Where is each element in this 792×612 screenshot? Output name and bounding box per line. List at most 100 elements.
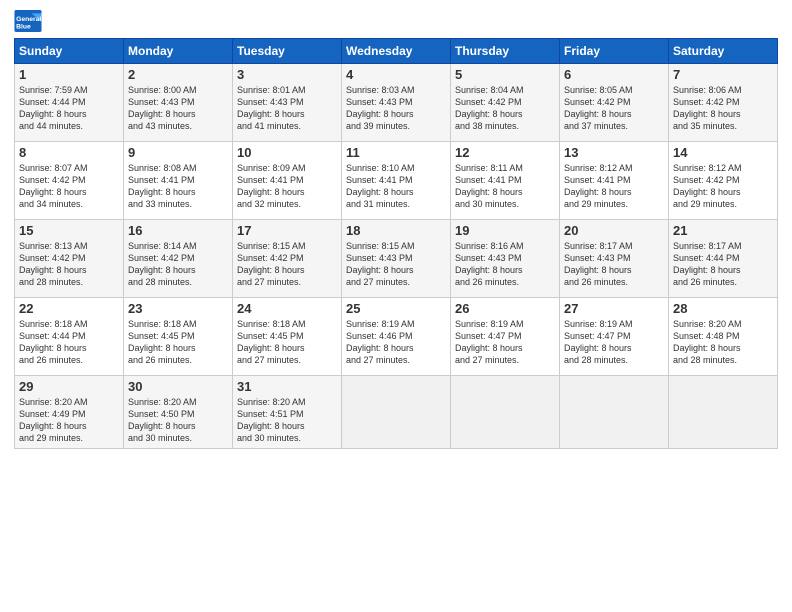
calendar-cell xyxy=(342,376,451,449)
calendar-cell: 21 Sunrise: 8:17 AMSunset: 4:44 PMDayligh… xyxy=(669,220,778,298)
calendar-cell: 19 Sunrise: 8:16 AMSunset: 4:43 PMDayligh… xyxy=(451,220,560,298)
day-number: 27 xyxy=(564,301,664,316)
day-number: 2 xyxy=(128,67,228,82)
calendar-cell: 15 Sunrise: 8:13 AMSunset: 4:42 PMDayligh… xyxy=(15,220,124,298)
calendar-cell xyxy=(560,376,669,449)
cell-info: Sunrise: 8:00 AMSunset: 4:43 PMDaylight:… xyxy=(128,84,228,133)
cell-info: Sunrise: 8:18 AMSunset: 4:45 PMDaylight:… xyxy=(237,318,337,367)
calendar-cell: 8 Sunrise: 8:07 AMSunset: 4:42 PMDaylight… xyxy=(15,142,124,220)
calendar-cell: 11 Sunrise: 8:10 AMSunset: 4:41 PMDayligh… xyxy=(342,142,451,220)
calendar-cell: 20 Sunrise: 8:17 AMSunset: 4:43 PMDayligh… xyxy=(560,220,669,298)
calendar-cell: 25 Sunrise: 8:19 AMSunset: 4:46 PMDayligh… xyxy=(342,298,451,376)
calendar-cell: 4Sunrise: 8:03 AMSunset: 4:43 PMDaylight… xyxy=(342,64,451,142)
cell-info: Sunrise: 8:09 AMSunset: 4:41 PMDaylight:… xyxy=(237,162,337,211)
calendar-cell: 30 Sunrise: 8:20 AMSunset: 4:50 PMDayligh… xyxy=(124,376,233,449)
day-number: 17 xyxy=(237,223,337,238)
cell-info: Sunrise: 8:07 AMSunset: 4:42 PMDaylight:… xyxy=(19,162,119,211)
calendar-cell xyxy=(669,376,778,449)
cell-info: Sunrise: 8:12 AMSunset: 4:41 PMDaylight:… xyxy=(564,162,664,211)
calendar-cell: 12 Sunrise: 8:11 AMSunset: 4:41 PMDayligh… xyxy=(451,142,560,220)
cell-info: Sunrise: 8:08 AMSunset: 4:41 PMDaylight:… xyxy=(128,162,228,211)
calendar-cell: 31Sunrise: 8:20 AMSunset: 4:51 PMDayligh… xyxy=(233,376,342,449)
cell-info: Sunrise: 8:15 AMSunset: 4:42 PMDaylight:… xyxy=(237,240,337,289)
page-container: General Blue SundayMondayTuesdayWednesda… xyxy=(0,0,792,457)
day-number: 21 xyxy=(673,223,773,238)
cell-info: Sunrise: 8:12 AMSunset: 4:42 PMDaylight:… xyxy=(673,162,773,211)
calendar-cell: 17 Sunrise: 8:15 AMSunset: 4:42 PMDayligh… xyxy=(233,220,342,298)
calendar-cell: 23 Sunrise: 8:18 AMSunset: 4:45 PMDayligh… xyxy=(124,298,233,376)
cell-info: Sunrise: 8:15 AMSunset: 4:43 PMDaylight:… xyxy=(346,240,446,289)
col-header-tuesday: Tuesday xyxy=(233,39,342,64)
calendar-table: SundayMondayTuesdayWednesdayThursdayFrid… xyxy=(14,38,778,449)
cell-info: Sunrise: 8:06 AMSunset: 4:42 PMDaylight:… xyxy=(673,84,773,133)
day-number: 29 xyxy=(19,379,119,394)
calendar-cell: 22 Sunrise: 8:18 AMSunset: 4:44 PMDayligh… xyxy=(15,298,124,376)
calendar-cell: 26 Sunrise: 8:19 AMSunset: 4:47 PMDayligh… xyxy=(451,298,560,376)
calendar-cell: 5 Sunrise: 8:04 AMSunset: 4:42 PMDaylight… xyxy=(451,64,560,142)
day-number: 9 xyxy=(128,145,228,160)
day-number: 18 xyxy=(346,223,446,238)
cell-info: Sunrise: 8:05 AMSunset: 4:42 PMDaylight:… xyxy=(564,84,664,133)
day-number: 25 xyxy=(346,301,446,316)
col-header-saturday: Saturday xyxy=(669,39,778,64)
col-header-wednesday: Wednesday xyxy=(342,39,451,64)
cell-info: Sunrise: 8:20 AMSunset: 4:51 PMDaylight:… xyxy=(237,396,337,445)
calendar-cell: 27Sunrise: 8:19 AMSunset: 4:47 PMDayligh… xyxy=(560,298,669,376)
day-number: 12 xyxy=(455,145,555,160)
cell-info: Sunrise: 8:04 AMSunset: 4:42 PMDaylight:… xyxy=(455,84,555,133)
cell-info: Sunrise: 8:14 AMSunset: 4:42 PMDaylight:… xyxy=(128,240,228,289)
calendar-cell: 24Sunrise: 8:18 AMSunset: 4:45 PMDayligh… xyxy=(233,298,342,376)
cell-info: Sunrise: 8:10 AMSunset: 4:41 PMDaylight:… xyxy=(346,162,446,211)
day-number: 7 xyxy=(673,67,773,82)
col-header-sunday: Sunday xyxy=(15,39,124,64)
calendar-cell: 16Sunrise: 8:14 AMSunset: 4:42 PMDayligh… xyxy=(124,220,233,298)
day-number: 11 xyxy=(346,145,446,160)
col-header-friday: Friday xyxy=(560,39,669,64)
day-number: 1 xyxy=(19,67,119,82)
day-number: 14 xyxy=(673,145,773,160)
cell-info: Sunrise: 8:20 AMSunset: 4:48 PMDaylight:… xyxy=(673,318,773,367)
calendar-cell: 6 Sunrise: 8:05 AMSunset: 4:42 PMDaylight… xyxy=(560,64,669,142)
day-number: 20 xyxy=(564,223,664,238)
calendar-cell: 2 Sunrise: 8:00 AMSunset: 4:43 PMDaylight… xyxy=(124,64,233,142)
day-number: 26 xyxy=(455,301,555,316)
day-number: 5 xyxy=(455,67,555,82)
cell-info: Sunrise: 8:17 AMSunset: 4:44 PMDaylight:… xyxy=(673,240,773,289)
calendar-cell: 10 Sunrise: 8:09 AMSunset: 4:41 PMDayligh… xyxy=(233,142,342,220)
calendar-cell: 3 Sunrise: 8:01 AMSunset: 4:43 PMDaylight… xyxy=(233,64,342,142)
day-number: 13 xyxy=(564,145,664,160)
cell-info: Sunrise: 8:20 AMSunset: 4:50 PMDaylight:… xyxy=(128,396,228,445)
cell-info: Sunrise: 8:01 AMSunset: 4:43 PMDaylight:… xyxy=(237,84,337,133)
day-number: 6 xyxy=(564,67,664,82)
day-number: 22 xyxy=(19,301,119,316)
day-number: 15 xyxy=(19,223,119,238)
svg-text:Blue: Blue xyxy=(16,24,31,31)
day-number: 8 xyxy=(19,145,119,160)
day-number: 10 xyxy=(237,145,337,160)
cell-info: Sunrise: 8:18 AMSunset: 4:45 PMDaylight:… xyxy=(128,318,228,367)
day-number: 19 xyxy=(455,223,555,238)
calendar-cell xyxy=(451,376,560,449)
calendar-cell: 29Sunrise: 8:20 AMSunset: 4:49 PMDayligh… xyxy=(15,376,124,449)
cell-info: Sunrise: 8:19 AMSunset: 4:46 PMDaylight:… xyxy=(346,318,446,367)
cell-info: Sunrise: 8:03 AMSunset: 4:43 PMDaylight:… xyxy=(346,84,446,133)
svg-text:General: General xyxy=(16,16,41,23)
calendar-cell: 1 Sunrise: 7:59 AMSunset: 4:44 PMDaylight… xyxy=(15,64,124,142)
calendar-cell: 7 Sunrise: 8:06 AMSunset: 4:42 PMDaylight… xyxy=(669,64,778,142)
header: General Blue xyxy=(14,10,778,32)
cell-info: Sunrise: 8:18 AMSunset: 4:44 PMDaylight:… xyxy=(19,318,119,367)
cell-info: Sunrise: 8:16 AMSunset: 4:43 PMDaylight:… xyxy=(455,240,555,289)
calendar-cell: 9 Sunrise: 8:08 AMSunset: 4:41 PMDaylight… xyxy=(124,142,233,220)
cell-info: Sunrise: 8:11 AMSunset: 4:41 PMDaylight:… xyxy=(455,162,555,211)
calendar-cell: 13 Sunrise: 8:12 AMSunset: 4:41 PMDayligh… xyxy=(560,142,669,220)
cell-info: Sunrise: 8:13 AMSunset: 4:42 PMDaylight:… xyxy=(19,240,119,289)
day-number: 23 xyxy=(128,301,228,316)
cell-info: Sunrise: 8:17 AMSunset: 4:43 PMDaylight:… xyxy=(564,240,664,289)
cell-info: Sunrise: 7:59 AMSunset: 4:44 PMDaylight:… xyxy=(19,84,119,133)
calendar-cell: 14 Sunrise: 8:12 AMSunset: 4:42 PMDayligh… xyxy=(669,142,778,220)
calendar-cell: 18 Sunrise: 8:15 AMSunset: 4:43 PMDayligh… xyxy=(342,220,451,298)
day-number: 3 xyxy=(237,67,337,82)
day-number: 30 xyxy=(128,379,228,394)
cell-info: Sunrise: 8:19 AMSunset: 4:47 PMDaylight:… xyxy=(455,318,555,367)
col-header-monday: Monday xyxy=(124,39,233,64)
